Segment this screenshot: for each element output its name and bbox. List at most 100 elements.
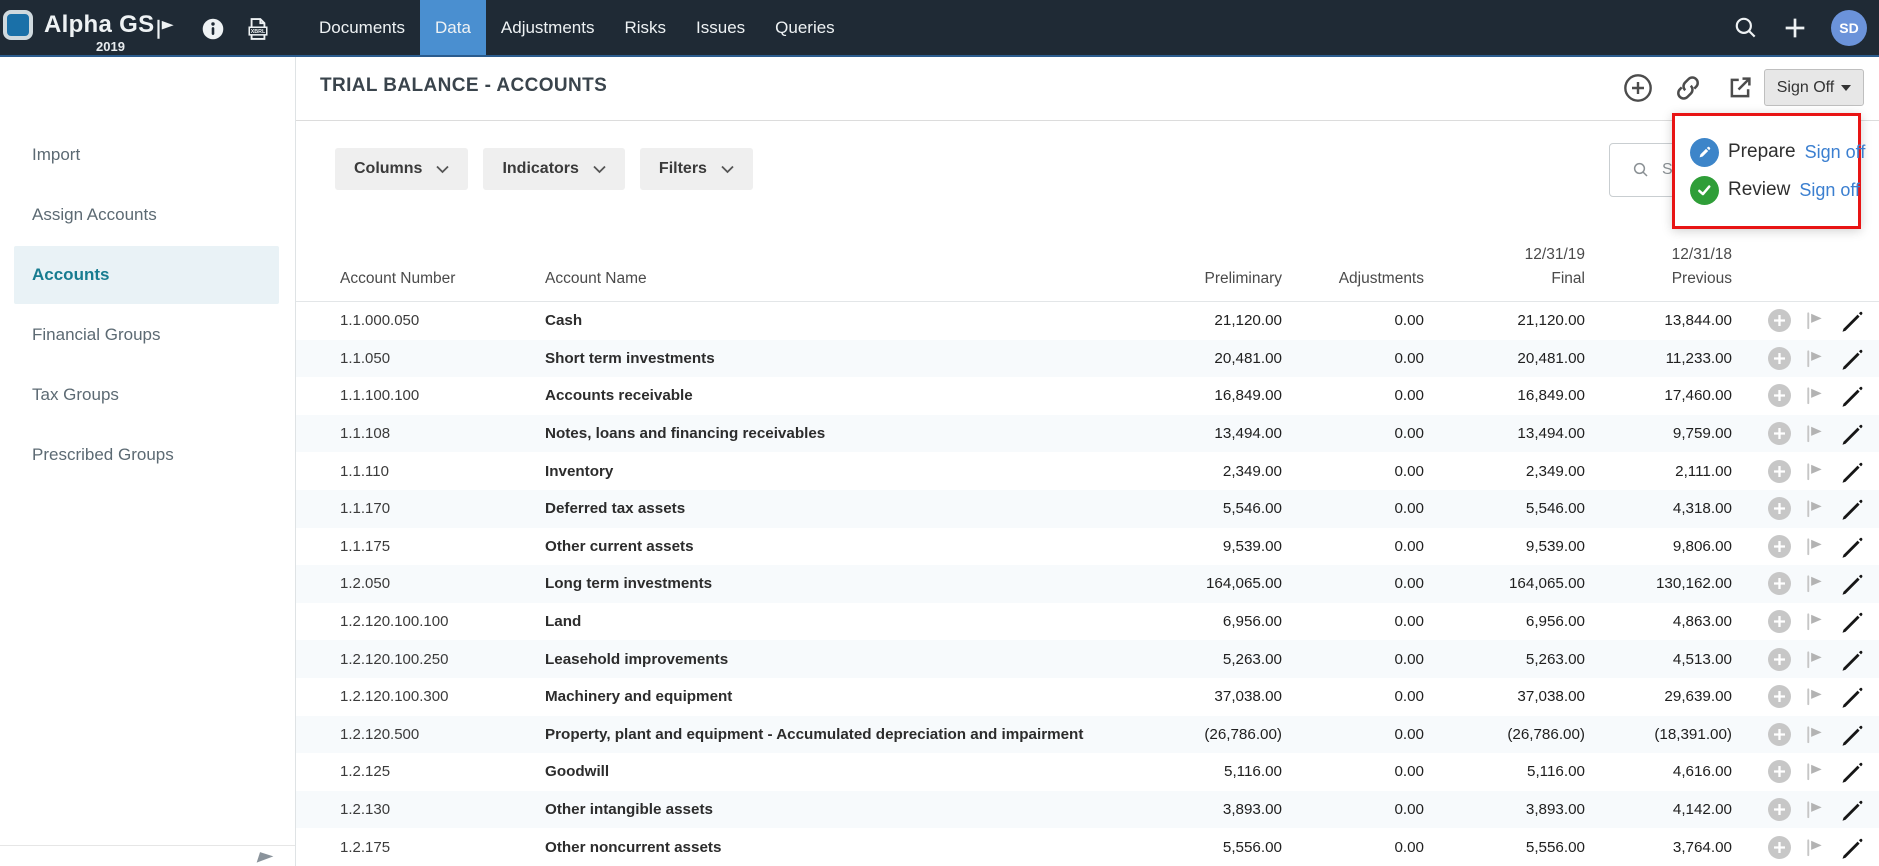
- edit-icon[interactable]: [1838, 345, 1865, 372]
- search-icon[interactable]: [1733, 15, 1759, 41]
- xbrl-icon[interactable]: XBRL: [243, 14, 273, 44]
- edit-icon[interactable]: [1838, 495, 1865, 522]
- add-icon[interactable]: [1768, 422, 1791, 445]
- account-number-cell: 1.2.120.100.300: [340, 688, 545, 705]
- account-name-cell: Deferred tax assets: [545, 500, 1092, 517]
- flag-icon[interactable]: [1803, 309, 1826, 332]
- flag-icon[interactable]: [1803, 723, 1826, 746]
- signoff-stage-label: Prepare: [1728, 141, 1796, 163]
- adjustments-cell: 0.00: [1282, 500, 1424, 517]
- flag-icon[interactable]: [1803, 422, 1826, 445]
- columns-dropdown-button[interactable]: Columns: [335, 148, 468, 190]
- flag-icon[interactable]: [1803, 347, 1826, 370]
- add-icon[interactable]: [1768, 384, 1791, 407]
- account-name-cell: Other intangible assets: [545, 801, 1092, 818]
- flag-icon[interactable]: [1803, 798, 1826, 821]
- add-icon[interactable]: [1768, 497, 1791, 520]
- table-row: 1.1.170 Deferred tax assets 5,546.00 0.0…: [296, 490, 1879, 528]
- nav-item-risks[interactable]: Risks: [609, 0, 681, 55]
- nav-item-adjustments[interactable]: Adjustments: [486, 0, 610, 55]
- row-actions: [1732, 834, 1879, 861]
- add-icon[interactable]: [1768, 309, 1791, 332]
- add-icon[interactable]: [1768, 648, 1791, 671]
- brand-year: 2019: [96, 39, 125, 54]
- add-icon[interactable]: [1768, 685, 1791, 708]
- adjustments-cell: 0.00: [1282, 763, 1424, 780]
- filters-dropdown-button[interactable]: Filters: [640, 148, 753, 190]
- sidebar-item-import[interactable]: Import: [14, 126, 279, 184]
- indicators-dropdown-button[interactable]: Indicators: [483, 148, 624, 190]
- flag-icon[interactable]: [1803, 497, 1826, 520]
- sidebar-item-accounts[interactable]: Accounts: [14, 246, 279, 304]
- final-cell: 37,038.00: [1424, 688, 1585, 705]
- add-icon[interactable]: [1768, 535, 1791, 558]
- export-icon[interactable]: [1724, 72, 1756, 104]
- sign-off-link-review[interactable]: Sign off: [1799, 180, 1860, 201]
- user-avatar[interactable]: SD: [1831, 10, 1867, 46]
- add-icon[interactable]: [1768, 610, 1791, 633]
- circle-plus-icon[interactable]: [1622, 72, 1654, 104]
- row-actions: [1732, 683, 1879, 710]
- preliminary-cell: 9,539.00: [1092, 538, 1282, 555]
- sidebar-collapse-button[interactable]: [258, 854, 280, 866]
- add-icon[interactable]: [1768, 760, 1791, 783]
- edit-icon[interactable]: [1838, 721, 1865, 748]
- edit-icon[interactable]: [1838, 307, 1865, 334]
- adjustments-cell: 0.00: [1282, 312, 1424, 329]
- row-actions: [1732, 608, 1879, 635]
- flag-icon[interactable]: [1803, 685, 1826, 708]
- link-icon[interactable]: [1672, 72, 1704, 104]
- sidebar-item-financial-groups[interactable]: Financial Groups: [14, 306, 279, 364]
- edit-icon[interactable]: [1838, 420, 1865, 447]
- edit-icon[interactable]: [1838, 570, 1865, 597]
- preliminary-cell: 5,116.00: [1092, 763, 1282, 780]
- flag-icon[interactable]: [1803, 572, 1826, 595]
- nav-item-data[interactable]: Data: [420, 0, 486, 55]
- flag-icon[interactable]: [150, 14, 180, 44]
- table-row: 1.2.175 Other noncurrent assets 5,556.00…: [296, 828, 1879, 866]
- adjustments-cell: 0.00: [1282, 688, 1424, 705]
- sidebar-item-assign-accounts[interactable]: Assign Accounts: [14, 186, 279, 244]
- preliminary-header: Preliminary: [1092, 267, 1282, 301]
- flag-icon[interactable]: [1803, 460, 1826, 483]
- table-row: 1.2.120.500 Property, plant and equipmen…: [296, 716, 1879, 754]
- chevron-down-icon: [593, 165, 606, 174]
- flag-icon[interactable]: [1803, 760, 1826, 783]
- info-icon[interactable]: [198, 14, 228, 44]
- final-cell: 21,120.00: [1424, 312, 1585, 329]
- flag-icon[interactable]: [1803, 648, 1826, 671]
- edit-icon[interactable]: [1838, 382, 1865, 409]
- add-icon[interactable]: [1768, 572, 1791, 595]
- sidebar-item-prescribed-groups[interactable]: Prescribed Groups: [14, 426, 279, 484]
- sidebar-item-label: Accounts: [32, 265, 109, 285]
- edit-icon[interactable]: [1838, 758, 1865, 785]
- flag-icon[interactable]: [1803, 535, 1826, 558]
- edit-icon[interactable]: [1838, 683, 1865, 710]
- add-icon[interactable]: [1781, 14, 1809, 42]
- add-icon[interactable]: [1768, 798, 1791, 821]
- edit-icon[interactable]: [1838, 608, 1865, 635]
- sidebar-item-tax-groups[interactable]: Tax Groups: [14, 366, 279, 424]
- edit-icon[interactable]: [1838, 646, 1865, 673]
- sign-off-link-prepare[interactable]: Sign off: [1805, 142, 1866, 163]
- flag-icon[interactable]: [1803, 836, 1826, 859]
- edit-icon[interactable]: [1838, 834, 1865, 861]
- actions-header: [1732, 291, 1879, 301]
- edit-icon[interactable]: [1838, 533, 1865, 560]
- account-number-header: Account Number: [340, 267, 545, 301]
- nav-item-issues[interactable]: Issues: [681, 0, 760, 55]
- add-icon[interactable]: [1768, 836, 1791, 859]
- add-icon[interactable]: [1768, 347, 1791, 370]
- edit-icon[interactable]: [1838, 796, 1865, 823]
- flag-icon[interactable]: [1803, 610, 1826, 633]
- add-icon[interactable]: [1768, 723, 1791, 746]
- nav-item-queries[interactable]: Queries: [760, 0, 850, 55]
- sign-off-dropdown-button[interactable]: Sign Off: [1764, 69, 1864, 106]
- nav-item-documents[interactable]: Documents: [304, 0, 420, 55]
- account-number-cell: 1.1.175: [340, 538, 545, 555]
- previous-cell: 9,806.00: [1585, 538, 1732, 555]
- brand-name: Alpha GS: [44, 11, 154, 39]
- flag-icon[interactable]: [1803, 384, 1826, 407]
- edit-icon[interactable]: [1838, 458, 1865, 485]
- add-icon[interactable]: [1768, 460, 1791, 483]
